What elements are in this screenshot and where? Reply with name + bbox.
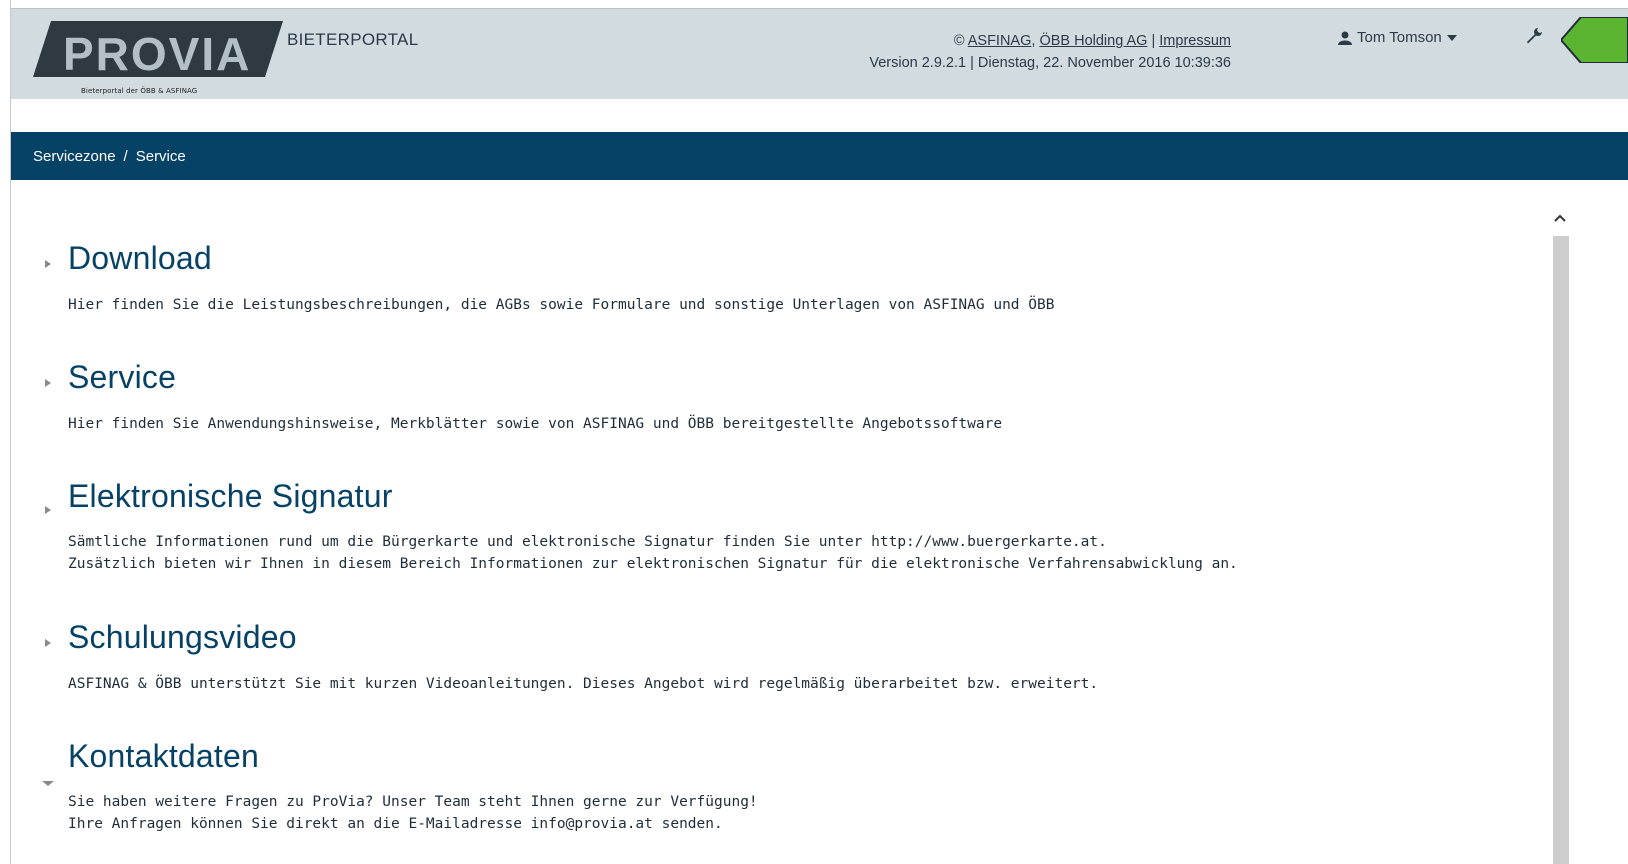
section-title: Schulungsvideo xyxy=(68,619,297,655)
caret-right-icon xyxy=(45,506,51,514)
section-description: Hier finden Sie die Leistungsbeschreibun… xyxy=(68,297,1055,313)
window-left-border xyxy=(0,0,11,864)
user-menu[interactable]: Tom Tomson xyxy=(1338,29,1457,46)
copyright-symbol: © xyxy=(953,33,965,49)
section-description: ASFINAG & ÖBB unterstützt Sie mit kurzen… xyxy=(68,676,1099,692)
scroll-up-icon[interactable] xyxy=(1552,210,1568,228)
section-title: Download xyxy=(68,240,212,276)
scrollbar-thumb[interactable] xyxy=(1553,236,1569,864)
section-description: Sie haben weitere Fragen zu ProVia? Unse… xyxy=(68,794,758,810)
impressum-link[interactable]: Impressum xyxy=(1159,33,1231,49)
user-name: Tom Tomson xyxy=(1357,29,1442,46)
wrench-icon[interactable] xyxy=(1525,27,1543,50)
user-icon xyxy=(1338,31,1352,45)
expand-panel-icon[interactable] xyxy=(1559,16,1628,68)
app-header: PROVIA Bieterportal der ÖBB & ASFINAG BI… xyxy=(11,8,1628,99)
header-info: © ASFINAG, ÖBB Holding AG | Impressum Ve… xyxy=(731,30,1231,74)
version-line: Version 2.9.2.1 | Dienstag, 22. November… xyxy=(869,55,1231,71)
section-title: Service xyxy=(68,359,177,395)
breadcrumb: Servicezone / Service xyxy=(11,132,1628,180)
chevron-down-icon xyxy=(1446,34,1457,41)
provia-logo[interactable]: PROVIA Bieterportal der ÖBB & ASFINAG xyxy=(33,21,283,95)
section-title: Kontaktdaten xyxy=(68,738,259,774)
caret-right-icon xyxy=(45,260,51,268)
portal-title: BIETERPORTAL xyxy=(287,30,419,49)
breadcrumb-separator: / xyxy=(123,147,128,165)
logo-wordmark: PROVIA xyxy=(63,28,251,77)
section-description: Zusätzlich bieten wir Ihnen in diesem Be… xyxy=(68,556,1238,572)
section-title: Elektronische Signatur xyxy=(68,478,393,514)
copyright-line: © ASFINAG, ÖBB Holding AG | Impressum xyxy=(953,33,1231,49)
caret-down-icon xyxy=(42,781,54,786)
breadcrumb-service: Service xyxy=(135,147,186,165)
breadcrumb-servicezone[interactable]: Servicezone xyxy=(33,148,116,165)
oebb-holding-link[interactable]: ÖBB Holding AG xyxy=(1039,33,1147,49)
asfinag-link[interactable]: ASFINAG xyxy=(968,33,1032,49)
caret-right-icon xyxy=(45,379,51,387)
section-description: Hier finden Sie Anwendungshinsweise, Mer… xyxy=(68,416,1003,432)
caret-right-icon xyxy=(45,639,51,647)
logo-subtitle: Bieterportal der ÖBB & ASFINAG xyxy=(81,87,198,95)
section-description: Ihre Anfragen können Sie direkt an die E… xyxy=(68,816,723,832)
section-description: Sämtliche Informationen rund um die Bürg… xyxy=(68,534,1107,550)
